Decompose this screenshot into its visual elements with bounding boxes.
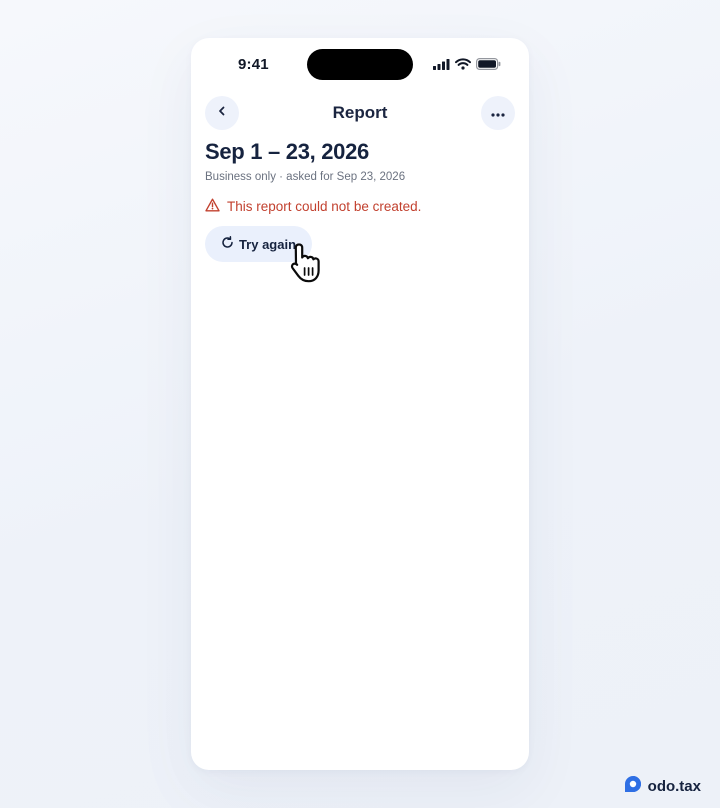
wifi-icon (455, 57, 471, 75)
error-message-row: This report could not be created. (205, 198, 515, 216)
status-bar: 9:41 (191, 38, 529, 92)
report-date-range: Sep 1 – 23, 2026 (205, 139, 369, 164)
report-content: Sep 1 – 23, 2026 Business only · asked f… (205, 138, 515, 262)
more-horizontal-icon (491, 104, 505, 122)
error-message: This report could not be created. (227, 199, 422, 214)
dynamic-island (307, 49, 413, 80)
status-time: 9:41 (238, 56, 269, 73)
odo-logo-icon (624, 775, 642, 798)
status-icons (433, 57, 501, 75)
hand-pointer-icon (289, 242, 329, 289)
cellular-signal-icon (433, 57, 450, 75)
page-title: Report (332, 103, 388, 122)
try-again-label: Try again (238, 236, 297, 252)
navigation-bar: Report (191, 96, 529, 130)
refresh-icon (221, 236, 234, 252)
report-subtitle: Business only · asked for Sep 23, 2026 (205, 171, 406, 183)
brand-footer: odo.tax (624, 775, 701, 798)
warning-triangle-icon (205, 198, 220, 216)
brand-name: odo.tax (647, 778, 701, 795)
battery-icon (476, 57, 501, 75)
more-options-button[interactable] (481, 96, 515, 130)
phone-screen: 9:41 Report Sep 1 – 23, 2026 Business on… (191, 38, 529, 770)
